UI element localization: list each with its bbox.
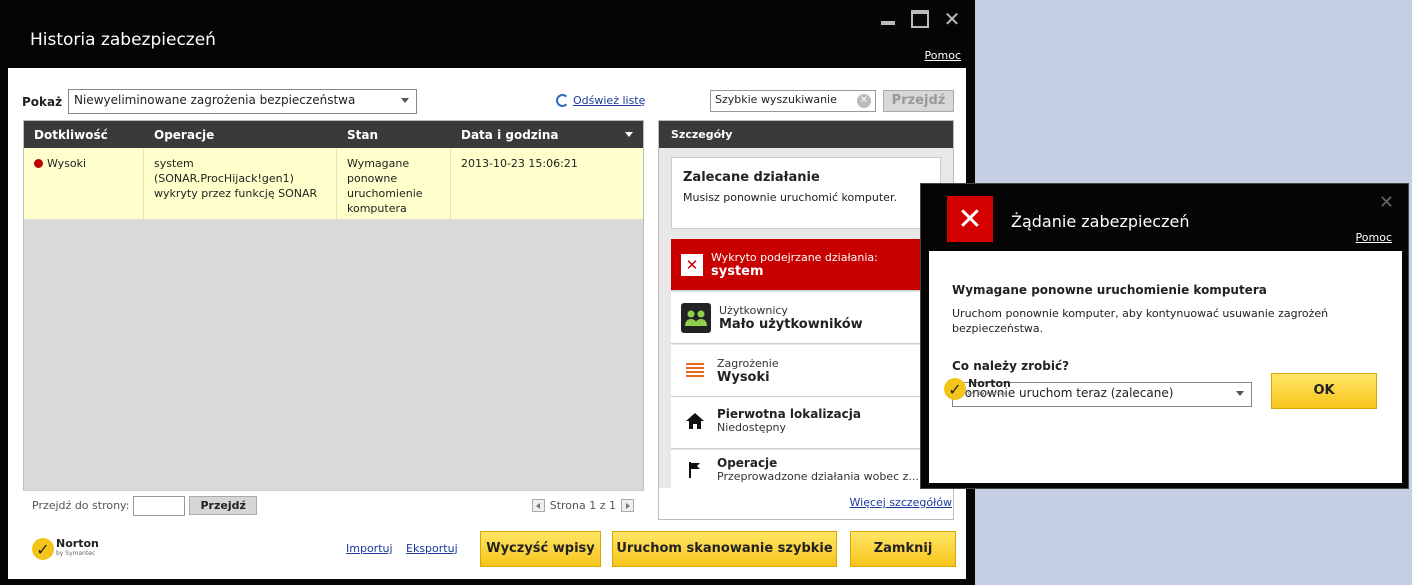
next-page-icon[interactable] (621, 499, 634, 512)
search-input[interactable]: Szybkie wyszukiwanie ✕ (710, 90, 876, 112)
dialog-question: Co należy zrobić? (952, 359, 1070, 373)
window-title: Historia zabezpieczeń (30, 30, 216, 50)
import-link[interactable]: Importuj (346, 542, 393, 555)
sort-desc-icon[interactable] (625, 132, 633, 137)
threat-level-icon (681, 357, 709, 385)
column-operations[interactable]: Operacje (144, 128, 337, 142)
prev-page-icon[interactable] (531, 499, 545, 512)
show-filter-value: Niewyeliminowane zagrożenia bezpieczeńst… (74, 93, 356, 107)
close-button[interactable]: Zamknij (850, 531, 956, 567)
datetime-cell: 2013-10-23 15:06:21 (461, 157, 578, 170)
more-details-link[interactable]: Więcej szczegółów (850, 496, 953, 509)
goto-page-button[interactable]: Przejdź (189, 496, 257, 515)
dialog-body: Wymagane ponowne uruchomienie komputera … (929, 251, 1402, 483)
window-controls: ✕ (877, 7, 963, 31)
chevron-down-icon (401, 98, 409, 103)
flag-icon (681, 456, 709, 484)
brand-sub: by Symantec (56, 550, 96, 557)
detail-value: Niedostępny (717, 421, 787, 434)
history-table: Dotkliwość Operacje Stan Data i godzina … (23, 120, 644, 520)
detail-value: Wysoki (717, 369, 770, 385)
details-panel: Szczegóły Zalecane działanie Musisz pono… (658, 120, 954, 520)
error-x-icon: ✕ (947, 196, 993, 242)
alert-x-icon: ✕ (681, 253, 703, 276)
page-info: Strona 1 z 1 (549, 499, 616, 512)
norton-check-icon: ✓ (944, 378, 966, 400)
content-area: Pokaż Niewyeliminowane zagrożenia bezpie… (8, 68, 966, 579)
detail-value: Mało użytkowników (719, 316, 863, 332)
detail-label: Użytkownicy (719, 303, 788, 317)
quick-scan-button[interactable]: Uruchom skanowanie szybkie (612, 531, 837, 567)
detail-original-location[interactable]: Pierwotna lokalizacja Niedostępny (671, 397, 941, 449)
close-icon[interactable]: ✕ (941, 7, 963, 31)
ok-button[interactable]: OK (1271, 373, 1377, 409)
search-go-button[interactable]: Przejdź (883, 90, 954, 112)
brand-sub: by Symantec (968, 390, 1008, 397)
recommended-text: Musisz ponownie uruchomić komputer. (683, 191, 897, 204)
table-row[interactable]: Wysoki system (SONAR.ProcHijack!gen1) wy… (24, 148, 643, 220)
norton-logo: ✓ Norton by Symantec (944, 378, 1011, 400)
export-link[interactable]: Eksportuj (406, 542, 458, 555)
details-header: Szczegóły (659, 121, 953, 148)
security-request-dialog: ✕ Żądanie zabezpieczeń ✕ Pomoc Wymagane … (920, 183, 1409, 489)
show-label: Pokaż (22, 95, 63, 109)
detail-label: Wykryto podejrzane działania: (711, 250, 878, 264)
status-cell: Wymagane ponowne uruchomienie komputera (337, 148, 451, 219)
column-datetime[interactable]: Data i godzina (451, 128, 643, 142)
home-icon (681, 407, 709, 435)
dialog-close-icon[interactable]: ✕ (1379, 192, 1394, 213)
goto-page-label: Przejdź do strony: (32, 499, 130, 512)
show-filter-dropdown[interactable]: Niewyeliminowane zagrożenia bezpieczeńst… (68, 89, 417, 114)
detail-threat[interactable]: Zagrożenie Wysoki (671, 345, 941, 397)
search-placeholder: Szybkie wyszukiwanie (715, 93, 837, 106)
recommended-action: Zalecane działanie Musisz ponownie uruch… (671, 157, 941, 229)
detail-label: Pierwotna lokalizacja (717, 407, 861, 421)
clear-search-icon[interactable]: ✕ (857, 94, 871, 108)
detail-label: Operacje (717, 456, 778, 470)
refresh-link[interactable]: Odśwież listę (573, 94, 645, 107)
dialog-text: Uruchom ponownie komputer, aby kontynuow… (952, 307, 1329, 335)
maximize-icon[interactable] (909, 8, 931, 30)
severity-cell: Wysoki (24, 148, 144, 219)
detail-users[interactable]: Użytkownicy Mało użytkowników (671, 292, 941, 344)
norton-logo: ✓ Norton by Symantec (32, 538, 99, 560)
norton-check-icon: ✓ (32, 538, 54, 560)
detail-value: Przeprowadzone działania wobec z... (717, 470, 919, 483)
detail-value: system (711, 263, 764, 279)
clear-entries-button[interactable]: Wyczyść wpisy (480, 531, 601, 567)
recommended-title: Zalecane działanie (683, 170, 820, 185)
table-header: Dotkliwość Operacje Stan Data i godzina (24, 121, 643, 148)
dialog-help-link[interactable]: Pomoc (1356, 231, 1392, 244)
column-status[interactable]: Stan (337, 128, 451, 142)
refresh-list[interactable]: Odśwież listę (556, 94, 645, 107)
page-number-input[interactable] (133, 495, 186, 516)
chevron-down-icon (1236, 391, 1244, 396)
operation-cell: system (SONAR.ProcHijack!gen1) wykryty p… (144, 148, 337, 219)
minimize-icon[interactable] (877, 8, 899, 30)
security-history-window: Historia zabezpieczeń ✕ Pomoc Pokaż Niew… (0, 0, 975, 585)
pager: Przejdź do strony: Przejdź Strona 1 z 1 (23, 490, 644, 520)
severity-high-icon (34, 159, 43, 168)
detail-operations[interactable]: Operacje Przeprowadzone działania wobec z… (671, 450, 941, 490)
help-link[interactable]: Pomoc (925, 49, 961, 62)
users-icon (681, 302, 711, 333)
refresh-icon (556, 94, 569, 107)
detail-suspicious-activity[interactable]: ✕ Wykryto podejrzane działania: system (671, 239, 941, 291)
column-severity[interactable]: Dotkliwość (24, 128, 144, 142)
dialog-heading: Wymagane ponowne uruchomienie komputera (952, 283, 1267, 297)
severity-text: Wysoki (47, 157, 87, 170)
dialog-title: Żądanie zabezpieczeń (1011, 212, 1190, 231)
detail-label: Zagrożenie (717, 356, 779, 370)
